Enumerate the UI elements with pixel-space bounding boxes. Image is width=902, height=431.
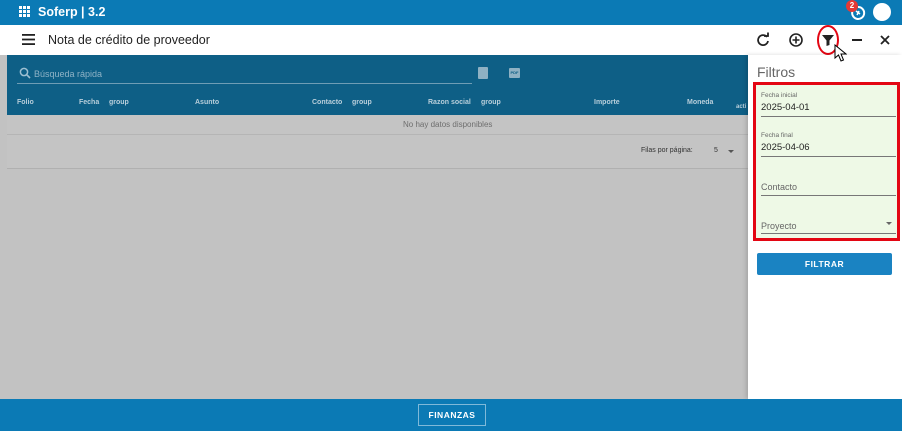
empty-message: No hay datos disponibles (403, 120, 493, 129)
chevron-down-icon[interactable] (886, 222, 892, 225)
page-toolbar: Nota de crédito de proveedor (0, 25, 902, 55)
app-bar: Soferp | 3.2 2 (0, 0, 902, 25)
proyecto-underline (761, 233, 896, 234)
fecha-final-field[interactable]: 2025-04-06 (761, 142, 810, 153)
close-icon[interactable] (876, 31, 894, 49)
filter-fields-highlight: Fecha inicial 2025-04-01 Fecha final 202… (753, 82, 900, 241)
bottom-bar: FINANZAS (0, 399, 902, 431)
app-brand: Soferp | 3.2 (38, 5, 106, 19)
page-title: Nota de crédito de proveedor (48, 33, 210, 47)
filter-panel: Filtros Fecha inicial 2025-04-01 Fecha f… (748, 55, 902, 399)
pdf-export-icon[interactable]: PDF (509, 68, 520, 78)
filter-panel-title: Filtros (757, 64, 796, 80)
fecha-inicial-underline (761, 116, 896, 117)
contacto-underline (761, 195, 896, 196)
proyecto-select[interactable]: Proyecto (761, 221, 797, 231)
main-content: Búsqueda rápida PDF Folio Fecha group As… (0, 55, 748, 399)
fecha-inicial-label: Fecha inicial (761, 92, 798, 99)
col-razon-social[interactable]: Razon social (428, 99, 471, 106)
fecha-inicial-field[interactable]: 2025-04-01 (761, 102, 810, 113)
mouse-cursor-icon (834, 44, 847, 62)
rows-per-page-label: Filas por página: (641, 147, 693, 154)
contacto-field[interactable]: Contacto (761, 182, 797, 192)
apps-grid-icon[interactable] (19, 6, 30, 17)
menu-icon[interactable] (22, 34, 35, 45)
fecha-final-label: Fecha final (761, 132, 793, 139)
table-header: Búsqueda rápida PDF Folio Fecha group As… (7, 55, 748, 115)
pagination: Filas por página: 5 (7, 135, 748, 169)
rows-per-page-select[interactable]: 5 (714, 147, 718, 154)
col-group[interactable]: group (481, 99, 501, 106)
finanzas-button[interactable]: FINANZAS (418, 404, 486, 426)
notification-badge: 2 (846, 0, 858, 12)
avatar[interactable] (873, 3, 891, 21)
fecha-final-underline (761, 156, 896, 157)
search-underline (17, 83, 472, 84)
search-icon (19, 67, 31, 79)
refresh-icon[interactable] (754, 31, 772, 49)
empty-row: No hay datos disponibles (7, 115, 748, 135)
col-asunto[interactable]: Asunto (195, 99, 219, 106)
col-contacto[interactable]: Contacto (312, 99, 342, 106)
col-acciones[interactable]: acti (736, 104, 746, 110)
search-input[interactable]: Búsqueda rápida (34, 69, 102, 79)
col-group[interactable]: group (352, 99, 372, 106)
minimize-icon[interactable] (848, 31, 866, 49)
col-folio[interactable]: Folio (17, 99, 34, 106)
col-importe[interactable]: Importe (594, 99, 620, 106)
col-moneda[interactable]: Moneda (687, 99, 713, 106)
col-group[interactable]: group (109, 99, 129, 106)
add-icon[interactable] (787, 31, 805, 49)
col-fecha[interactable]: Fecha (79, 99, 99, 106)
excel-export-icon[interactable] (478, 67, 488, 79)
filtrar-button[interactable]: FILTRAR (757, 253, 892, 275)
chevron-down-icon[interactable] (728, 150, 734, 153)
